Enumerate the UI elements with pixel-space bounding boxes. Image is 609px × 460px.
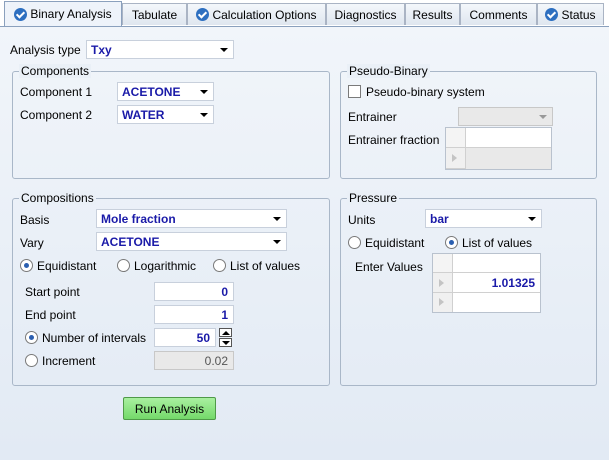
analysis-type-value: Txy xyxy=(91,43,112,57)
tab-diagnostics[interactable]: Diagnostics xyxy=(326,3,405,25)
composition-list-label: List of values xyxy=(230,259,301,273)
compositions-group: Compositions Basis Mole fraction Vary AC… xyxy=(12,191,330,386)
check-circle-icon xyxy=(14,7,28,21)
pressure-equidistant-label: Equidistant xyxy=(365,236,425,250)
start-point-input[interactable]: 0 xyxy=(154,282,234,301)
pressure-units-select[interactable]: bar xyxy=(425,209,542,228)
components-title: Components xyxy=(19,64,92,78)
pressure-units-value: bar xyxy=(430,212,449,226)
basis-label: Basis xyxy=(20,213,50,227)
component2-label: Component 2 xyxy=(20,108,93,122)
pressure-values-grid[interactable]: 1.01325 xyxy=(432,253,541,313)
component1-value: ACETONE xyxy=(122,85,181,99)
tab-label: Comments xyxy=(469,7,528,22)
equidistant-label: Equidistant xyxy=(37,259,97,273)
vary-select[interactable]: ACETONE xyxy=(96,232,287,251)
chevron-down-icon xyxy=(528,217,536,221)
tab-calculation-options[interactable]: Calculation Options xyxy=(187,3,326,25)
component2-value: WATER xyxy=(122,108,165,122)
chevron-down-icon xyxy=(200,90,208,94)
increment-label: Increment xyxy=(42,354,96,368)
pressure-value-cell[interactable]: 1.01325 xyxy=(453,273,540,293)
tab-status[interactable]: Status xyxy=(537,3,604,25)
grid-row-header xyxy=(433,273,453,293)
pseudo-binary-checkbox[interactable] xyxy=(348,85,361,98)
vary-value: ACETONE xyxy=(101,235,160,249)
binary-analysis-panel: Analysis type Txy Components Component 1… xyxy=(0,26,609,460)
increment-radio[interactable] xyxy=(25,354,38,367)
analysis-type-select[interactable]: Txy xyxy=(86,40,234,59)
end-point-input[interactable]: 1 xyxy=(154,305,234,324)
increment-input[interactable]: 0.02 xyxy=(154,351,234,370)
tab-label: Status xyxy=(561,7,596,22)
pressure-group: Pressure Units bar Equidistant List of v… xyxy=(340,191,597,386)
tab-bar: Binary Analysis Tabulate Calculation Opt… xyxy=(0,0,609,26)
tab-label: Calculation Options xyxy=(212,7,317,22)
tab-label: Tabulate xyxy=(131,7,178,22)
chevron-down-icon xyxy=(539,115,547,119)
row-pointer-icon xyxy=(452,154,457,162)
tab-label: Diagnostics xyxy=(334,7,397,22)
entrainer-select[interactable] xyxy=(458,107,553,126)
chevron-up-icon xyxy=(222,331,230,335)
intervals-spin-up[interactable] xyxy=(219,328,232,337)
number-of-intervals-input[interactable]: 50 xyxy=(154,328,216,347)
tab-label: Results xyxy=(412,7,453,22)
pseudo-binary-group: Pseudo-Binary Pseudo-binary system Entra… xyxy=(340,64,597,179)
grid-header-row xyxy=(446,128,466,148)
equidistant-radio[interactable] xyxy=(20,259,33,272)
grid-row-header xyxy=(446,148,466,169)
units-label: Units xyxy=(348,213,376,227)
chevron-down-icon xyxy=(222,341,230,345)
grid-header-row xyxy=(433,254,453,273)
basis-select[interactable]: Mole fraction xyxy=(96,209,287,228)
number-of-intervals-radio[interactable] xyxy=(25,331,38,344)
pressure-title: Pressure xyxy=(347,191,400,205)
intervals-spin-down[interactable] xyxy=(219,338,232,347)
component1-label: Component 1 xyxy=(20,85,93,99)
row-pointer-icon xyxy=(439,298,444,306)
composition-list-radio[interactable] xyxy=(213,259,226,272)
logarithmic-label: Logarithmic xyxy=(134,259,197,273)
start-point-label: Start point xyxy=(25,285,80,299)
tab-binary-analysis[interactable]: Binary Analysis xyxy=(4,1,122,26)
entrainer-fraction-label: Entrainer fraction xyxy=(348,133,440,147)
grid-header-cell xyxy=(453,254,540,273)
tab-comments[interactable]: Comments xyxy=(460,3,537,25)
entrainer-label: Entrainer xyxy=(348,110,397,124)
tab-tabulate[interactable]: Tabulate xyxy=(122,3,187,25)
row-pointer-icon xyxy=(439,279,444,287)
run-analysis-button[interactable]: Run Analysis xyxy=(123,397,216,420)
pressure-list-label: List of values xyxy=(462,236,533,250)
tab-label: Binary Analysis xyxy=(30,7,112,21)
pressure-new-row-cell[interactable] xyxy=(453,293,540,312)
analysis-type-label: Analysis type xyxy=(10,43,81,57)
component2-select[interactable]: WATER xyxy=(117,105,214,124)
check-circle-icon xyxy=(545,8,559,21)
compositions-title: Compositions xyxy=(19,191,96,205)
chevron-down-icon xyxy=(220,48,228,52)
chevron-down-icon xyxy=(273,217,281,221)
chevron-down-icon xyxy=(273,240,281,244)
component1-select[interactable]: ACETONE xyxy=(117,82,214,101)
vary-label: Vary xyxy=(20,236,44,250)
number-of-intervals-label: Number of intervals xyxy=(42,331,147,345)
components-group: Components Component 1 ACETONE Component… xyxy=(12,64,330,179)
tab-results[interactable]: Results xyxy=(405,3,460,25)
pressure-equidistant-radio[interactable] xyxy=(348,236,361,249)
enter-values-label: Enter Values xyxy=(355,260,423,274)
grid-header-cell xyxy=(466,128,551,148)
pseudo-binary-checkbox-label: Pseudo-binary system xyxy=(366,85,485,99)
pseudo-binary-title: Pseudo-Binary xyxy=(347,64,430,78)
logarithmic-radio[interactable] xyxy=(117,259,130,272)
basis-value: Mole fraction xyxy=(101,212,176,226)
entrainer-fraction-grid[interactable] xyxy=(445,127,552,170)
end-point-label: End point xyxy=(25,308,76,322)
chevron-down-icon xyxy=(200,113,208,117)
pressure-list-radio[interactable] xyxy=(445,236,458,249)
grid-row-header xyxy=(433,293,453,312)
check-circle-icon xyxy=(196,8,210,21)
